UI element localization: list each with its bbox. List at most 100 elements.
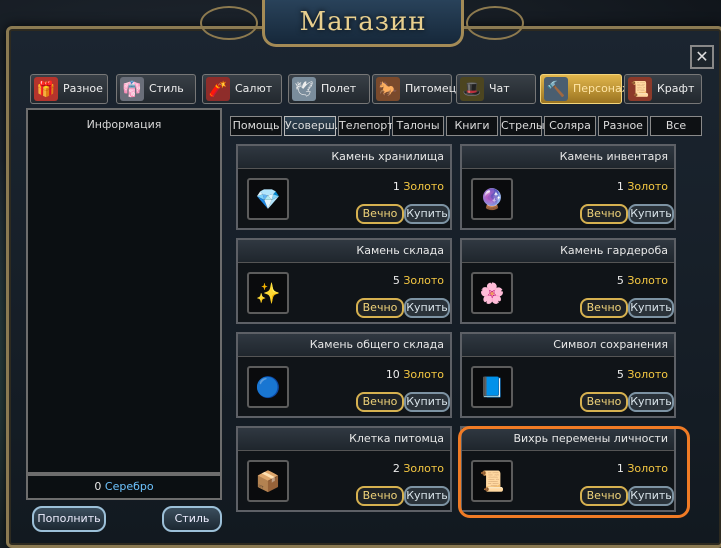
gift-icon: 🎁 — [34, 77, 58, 101]
buy-button[interactable]: Купить — [404, 486, 450, 506]
price-currency: Золото — [403, 274, 444, 287]
buy-button[interactable]: Купить — [404, 298, 450, 318]
item-header: Вихрь перемены личности — [462, 428, 674, 451]
shared-warehouse-stone-icon[interactable]: 🔵 — [247, 366, 289, 408]
craft-icon: 📜 — [628, 77, 652, 101]
topup-button[interactable]: Пополнить — [32, 506, 106, 532]
chat-icon: 🎩 — [460, 77, 484, 101]
tab-0[interactable]: 🎁 Разное — [30, 74, 108, 104]
item-price: 5 Золото — [617, 368, 668, 381]
warehouse-stone-icon[interactable]: ✨ — [247, 272, 289, 314]
period-button[interactable]: Вечно — [356, 298, 404, 318]
period-button[interactable]: Вечно — [356, 204, 404, 224]
price-currency: Золото — [403, 368, 444, 381]
price-currency: Золото — [627, 368, 668, 381]
tab-label: Салют — [235, 82, 273, 95]
item-name: Вихрь перемены личности — [513, 432, 668, 445]
item-name: Камень инвентаря — [559, 150, 668, 163]
filter-tab[interactable]: Книги — [446, 116, 498, 136]
price-value: 1 — [616, 180, 624, 193]
style-button[interactable]: Стиль — [162, 506, 222, 532]
item-header: Символ сохранения — [462, 334, 674, 357]
tab-4[interactable]: 🐎 Питомец — [372, 74, 456, 104]
period-button[interactable]: Вечно — [356, 486, 404, 506]
period-button[interactable]: Вечно — [356, 392, 404, 412]
filter-tab[interactable]: Соляра — [544, 116, 596, 136]
balance-display: 0 Серебро — [26, 474, 222, 500]
tab-5[interactable]: 🎩 Чат — [456, 74, 536, 104]
storage-stone-icon[interactable]: 💎 — [247, 178, 289, 220]
buy-button[interactable]: Купить — [628, 298, 674, 318]
buy-button[interactable]: Купить — [404, 392, 450, 412]
price-value: 5 — [392, 274, 400, 287]
item-price: 1 Золото — [393, 180, 444, 193]
identity-change-scroll-icon[interactable]: 📜 — [471, 460, 513, 502]
tab-7[interactable]: 📜 Крафт — [624, 74, 702, 104]
item-card[interactable]: Камень хранилища 💎 1 Золото Вечно Купить — [236, 144, 452, 230]
price-currency: Золото — [627, 274, 668, 287]
price-value: 1 — [616, 462, 624, 475]
tab-label: Стиль — [149, 82, 184, 95]
item-card[interactable]: Клетка питомца 📦 2 Золото Вечно Купить — [236, 426, 452, 512]
item-name: Камень склада — [356, 244, 444, 257]
price-value: 10 — [385, 368, 400, 381]
character-icon: 🔨 — [544, 77, 568, 101]
filter-tab[interactable]: Телепорт — [338, 116, 394, 136]
tab-3[interactable]: 🕊 Полет — [288, 74, 370, 104]
wardrobe-stone-icon[interactable]: 🌸 — [471, 272, 513, 314]
item-card[interactable]: Камень склада ✨ 5 Золото Вечно Купить — [236, 238, 452, 324]
item-name: Клетка питомца — [349, 432, 444, 445]
item-card[interactable]: Камень инвентаря 🔮 1 Золото Вечно Купить — [460, 144, 676, 230]
filter-tab[interactable]: Разное — [598, 116, 648, 136]
period-button[interactable]: Вечно — [580, 392, 628, 412]
items-area: Помощь Усоверш. Телепорт Талоны Книги Стрелы С… — [224, 108, 706, 520]
price-currency: Золото — [403, 180, 444, 193]
item-card[interactable]: Символ сохранения 📘 5 Золото Вечно Купить — [460, 332, 676, 418]
period-button[interactable]: Вечно — [580, 204, 628, 224]
tab-6[interactable]: 🔨 Персонаж — [540, 74, 632, 104]
item-header: Камень склада — [238, 240, 450, 263]
price-currency: Золото — [627, 462, 668, 475]
buy-button[interactable]: Купить — [628, 486, 674, 506]
costume-icon: 👘 — [120, 77, 144, 101]
item-price: 10 Золото — [386, 368, 444, 381]
inventory-stone-icon[interactable]: 🔮 — [471, 178, 513, 220]
tab-2[interactable]: 🧨 Салют — [202, 74, 282, 104]
wing-icon: 🕊 — [292, 77, 316, 101]
item-price: 2 Золото — [393, 462, 444, 475]
info-panel-title: Информация — [86, 118, 162, 131]
period-button[interactable]: Вечно — [580, 298, 628, 318]
filter-tab[interactable]: Усоверш. — [284, 116, 338, 136]
preservation-symbol-icon[interactable]: 📘 — [471, 366, 513, 408]
balance-currency: Серебро — [104, 480, 154, 493]
item-header: Камень хранилища — [238, 146, 450, 169]
filter-tab[interactable]: Помощь — [230, 116, 282, 136]
buy-button[interactable]: Купить — [628, 204, 674, 224]
tab-label: Чат — [489, 82, 510, 95]
title-ornament-left — [200, 6, 258, 40]
firework-icon: 🧨 — [206, 77, 230, 101]
period-button[interactable]: Вечно — [580, 486, 628, 506]
filter-tab[interactable]: Стрелы — [500, 116, 545, 136]
tab-label: Персонаж — [573, 82, 632, 95]
item-header: Клетка питомца — [238, 428, 450, 451]
item-header: Камень гардероба — [462, 240, 674, 263]
item-price: 5 Золото — [393, 274, 444, 287]
tab-1[interactable]: 👘 Стиль — [116, 74, 196, 104]
window-title: Магазин — [262, 0, 464, 47]
filter-tab[interactable]: Все — [650, 116, 702, 136]
item-card[interactable]: Камень гардероба 🌸 5 Золото Вечно Купить — [460, 238, 676, 324]
item-card[interactable]: Камень общего склада 🔵 10 Золото Вечно Купит… — [236, 332, 452, 418]
price-currency: Золото — [627, 180, 668, 193]
item-price: 1 Золото — [617, 180, 668, 193]
pet-cage-icon[interactable]: 📦 — [247, 460, 289, 502]
item-card[interactable]: Вихрь перемены личности 📜 1 Золото Вечно Куп… — [460, 426, 676, 512]
item-name: Камень хранилища — [331, 150, 444, 163]
info-panel: Информация — [26, 108, 222, 474]
item-header: Камень инвентаря — [462, 146, 674, 169]
close-button[interactable]: ✕ — [690, 45, 714, 69]
buy-button[interactable]: Купить — [628, 392, 674, 412]
item-name: Символ сохранения — [553, 338, 668, 351]
filter-tab[interactable]: Талоны — [392, 116, 444, 136]
buy-button[interactable]: Купить — [404, 204, 450, 224]
